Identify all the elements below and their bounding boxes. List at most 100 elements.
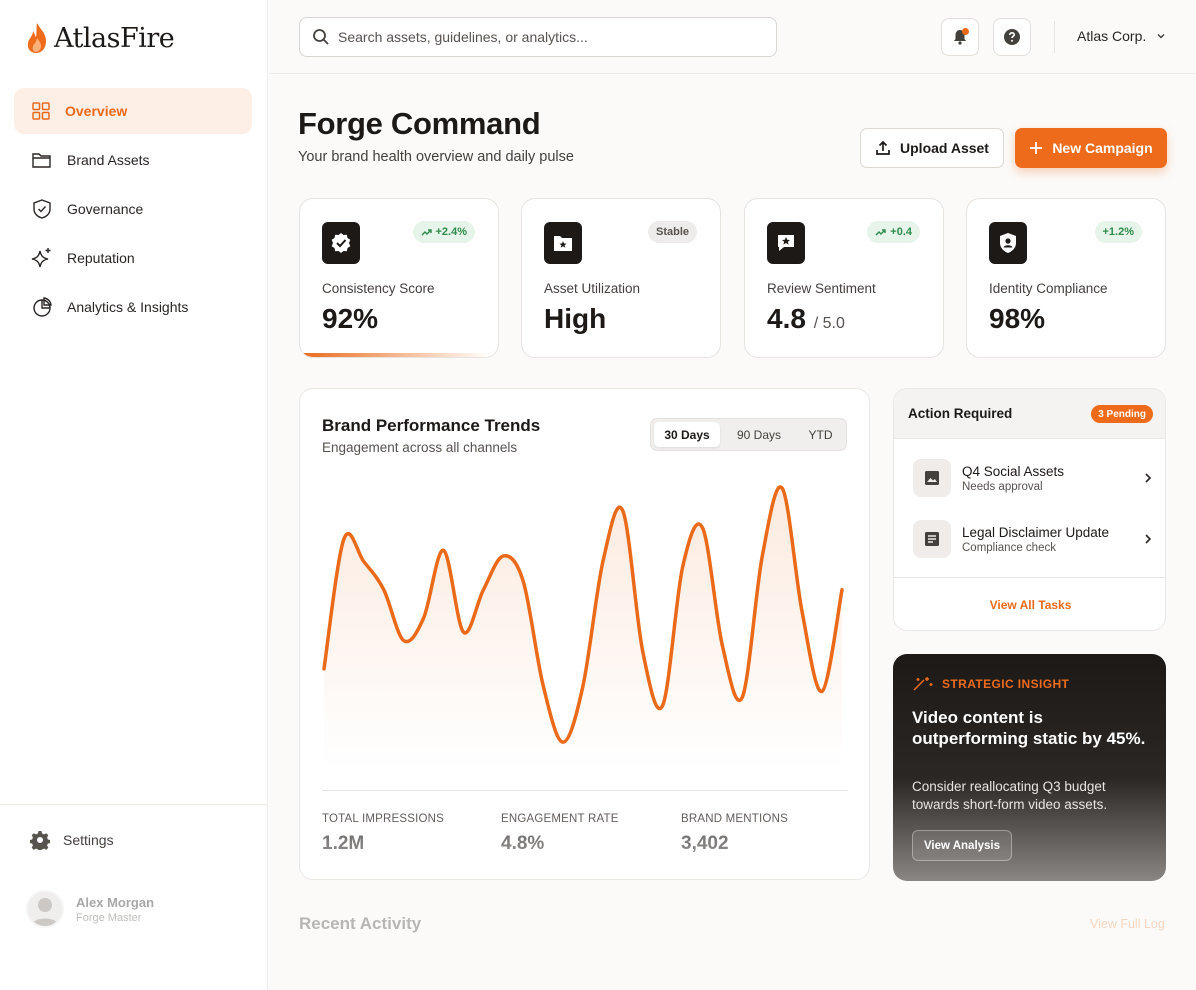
insight-kicker: STRATEGIC INSIGHT — [912, 676, 1069, 692]
stat-value: 98% — [989, 303, 1046, 334]
insight-headline: Video content is outperforming static by… — [912, 708, 1146, 748]
user-profile[interactable]: Alex Morgan Forge Master — [26, 890, 154, 928]
sidebar-item-overview[interactable]: Overview — [14, 88, 252, 134]
org-switcher[interactable]: Atlas Corp. — [1077, 28, 1166, 44]
help-button[interactable] — [993, 18, 1031, 56]
page-title: Forge Command — [298, 106, 541, 141]
stat-card-compliance[interactable]: +1.2% Identity Compliance 98% — [966, 198, 1166, 358]
stat-value: 4.8 / 5.0 — [767, 303, 845, 335]
range-ytd[interactable]: YTD — [798, 422, 843, 447]
sidebar-item-reputation[interactable]: Reputation — [14, 235, 252, 281]
insight-kicker-text: STRATEGIC INSIGHT — [942, 677, 1070, 691]
stat-card-utilization[interactable]: Stable Asset Utilization High — [521, 198, 721, 358]
task-item-legal-disclaimer[interactable]: Legal Disclaimer Update Compliance check — [913, 519, 1153, 559]
metric-brand-mentions: BRAND MENTIONS 3,402 — [681, 813, 788, 855]
badge-text: Stable — [655, 226, 689, 238]
stat-icon — [544, 222, 582, 264]
view-analysis-button[interactable]: View Analysis — [912, 830, 1012, 861]
task-name: Q4 Social Assets — [962, 463, 1065, 479]
recent-activity-title: Recent Activity — [299, 914, 422, 933]
star-message-icon — [778, 235, 794, 251]
magic-wand-icon — [913, 677, 933, 691]
top-bar: Atlas Corp. — [269, 0, 1196, 74]
task-status: Compliance check — [962, 541, 1056, 554]
trend-chart — [322, 485, 844, 771]
trends-subtitle: Engagement across all channels — [322, 440, 518, 455]
sidebar-item-brand-assets[interactable]: Brand Assets — [14, 137, 252, 183]
sidebar-item-label: Governance — [67, 201, 144, 217]
trend-area — [324, 486, 842, 771]
help-icon — [1004, 29, 1020, 45]
task-item-q4-social[interactable]: Q4 Social Assets Needs approval — [913, 458, 1153, 498]
sidebar-item-label: Analytics & Insights — [67, 299, 189, 315]
metric-value: 3,402 — [681, 833, 729, 854]
folder-icon — [32, 153, 51, 168]
action-required-card: Action Required 3 Pending Q4 Social Asse… — [893, 388, 1166, 631]
metric-label: BRAND MENTIONS — [681, 813, 788, 825]
badge-text: +2.4% — [435, 226, 468, 238]
strategic-insight-card: STRATEGIC INSIGHT Video content is outpe… — [893, 654, 1166, 881]
stat-icon — [989, 222, 1027, 264]
task-icon — [913, 459, 951, 497]
org-name: Atlas Corp. — [1077, 28, 1147, 44]
chart-divider — [322, 790, 848, 791]
topbar-divider — [1054, 21, 1055, 53]
notification-dot — [962, 28, 969, 35]
sidebar-item-governance[interactable]: Governance — [14, 186, 252, 232]
grid-icon — [32, 102, 50, 120]
stat-value: High — [544, 303, 607, 334]
search-icon — [313, 29, 329, 45]
trend-badge: +1.2% — [1094, 221, 1142, 243]
search-input[interactable] — [338, 29, 758, 45]
user-role: Forge Master — [76, 911, 142, 924]
user-name: Alex Morgan — [76, 894, 155, 910]
stat-value-number: 4.8 — [767, 303, 806, 334]
brand-name: AtlasFire — [54, 22, 175, 54]
sidebar: AtlasFire Overview Brand Assets Governan… — [0, 0, 268, 990]
folder-star-icon — [554, 236, 572, 251]
new-campaign-label: New Campaign — [1052, 140, 1153, 156]
view-all-tasks-link[interactable]: View All Tasks — [894, 577, 1165, 630]
pie-chart-icon — [33, 297, 52, 317]
new-campaign-button[interactable]: New Campaign — [1015, 128, 1167, 168]
stat-label: Asset Utilization — [544, 281, 641, 296]
view-full-log-link[interactable]: View Full Log — [1090, 917, 1165, 931]
task-icon — [913, 520, 951, 558]
sidebar-item-label: Reputation — [67, 250, 135, 266]
trends-title: Brand Performance Trends — [322, 416, 541, 435]
trending-up-icon — [875, 228, 886, 235]
metric-label: ENGAGEMENT RATE — [501, 813, 619, 825]
search-bar[interactable] — [299, 17, 777, 57]
sidebar-item-analytics[interactable]: Analytics & Insights — [14, 284, 252, 330]
pending-badge: 3 Pending — [1091, 405, 1153, 423]
stat-value: 92% — [322, 303, 379, 334]
settings-link[interactable]: Settings — [30, 830, 114, 850]
page-subtitle: Your brand health overview and daily pul… — [298, 149, 574, 165]
highlight-bar — [300, 353, 490, 357]
range-90-days[interactable]: 90 Days — [720, 422, 798, 447]
action-header: Action Required 3 Pending — [894, 389, 1165, 439]
range-30-days[interactable]: 30 Days — [654, 422, 720, 447]
stat-card-consistency[interactable]: +2.4% Consistency Score 92% — [299, 198, 499, 358]
chevron-right-icon — [1145, 534, 1152, 544]
upload-asset-button[interactable]: Upload Asset — [860, 128, 1004, 168]
plus-icon — [1030, 142, 1043, 154]
stat-card-sentiment[interactable]: +0.4 Review Sentiment 4.8 / 5.0 — [744, 198, 944, 358]
sidebar-item-label: Brand Assets — [67, 152, 150, 168]
range-selector: 30 Days 90 Days YTD — [650, 418, 847, 451]
trend-badge: +0.4 — [867, 221, 920, 243]
metric-label: TOTAL IMPRESSIONS — [322, 813, 445, 825]
trend-badge: +2.4% — [412, 221, 475, 243]
stat-label: Consistency Score — [322, 281, 435, 296]
action-title: Action Required — [908, 406, 1013, 421]
upload-icon — [876, 140, 890, 155]
upload-asset-label: Upload Asset — [900, 140, 989, 156]
brand-logo[interactable]: AtlasFire — [26, 22, 175, 54]
metric-value: 1.2M — [322, 833, 365, 854]
metric-value: 4.8% — [501, 833, 545, 854]
badge-text: +0.4 — [890, 226, 912, 238]
notifications-button[interactable] — [941, 18, 979, 56]
image-icon — [925, 471, 939, 485]
trending-up-icon — [421, 228, 432, 235]
stat-icon — [767, 222, 805, 264]
